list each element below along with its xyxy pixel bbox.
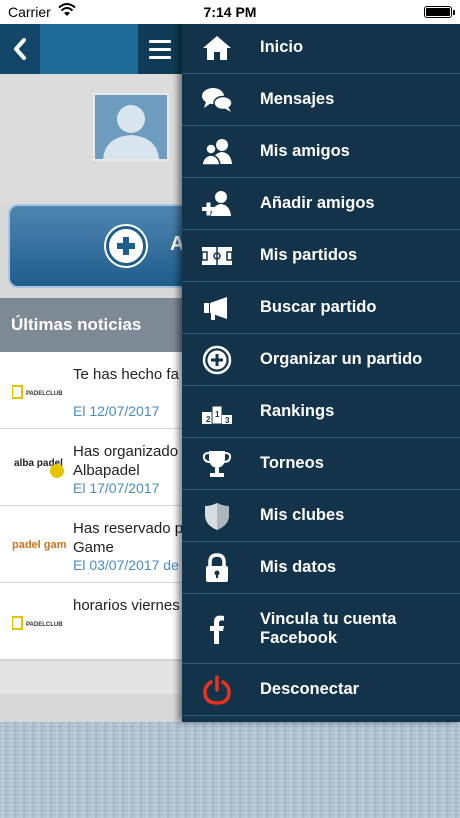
battery-icon — [424, 6, 455, 18]
power-icon — [200, 673, 234, 707]
user-silhouette-icon — [103, 105, 159, 159]
menu-item-anadir-amigos[interactable]: Añadir amigos — [182, 178, 460, 230]
megaphone-icon — [200, 291, 234, 325]
status-bar: Carrier 7:14 PM — [0, 0, 460, 24]
home-icon — [200, 31, 234, 65]
menu-item-mis-datos[interactable]: Mis datos — [182, 542, 460, 594]
news-title: Has reservado p Game — [73, 520, 184, 556]
plus-icon — [106, 226, 146, 266]
menu-item-organizar-partido[interactable]: Organizar un partido — [182, 334, 460, 386]
menu-item-label: Vincula tu cuenta Facebook — [260, 609, 397, 647]
menu-item-label: Torneos — [260, 454, 324, 472]
menu-item-buscar-partido[interactable]: Buscar partido — [182, 282, 460, 334]
menu-item-mis-partidos[interactable]: Mis partidos — [182, 230, 460, 282]
news-date: El 12/07/2017 — [73, 403, 160, 419]
menu-item-label: Organizar un partido — [260, 350, 423, 368]
avatar[interactable] — [93, 93, 169, 161]
menu-item-label: Buscar partido — [260, 298, 377, 316]
menu-item-inicio[interactable]: Inicio — [182, 22, 460, 74]
svg-text:1: 1 — [215, 410, 220, 419]
news-date: El 17/07/2017 — [73, 480, 160, 496]
menu-button[interactable] — [138, 24, 182, 74]
menu-item-mis-clubes[interactable]: Mis clubes — [182, 490, 460, 542]
club-logo: PADELCLUB — [12, 595, 66, 649]
friends-icon — [200, 135, 234, 169]
news-title: horarios viernes — [73, 597, 180, 614]
menu-item-mis-amigos[interactable]: Mis amigos — [182, 126, 460, 178]
podium-icon: 213 — [200, 395, 234, 429]
organize-match-button[interactable]: A — [8, 204, 208, 288]
svg-text:2: 2 — [206, 415, 211, 424]
court-icon — [200, 239, 234, 273]
side-menu: Inicio Mensajes Mis amigos Añadir amigos… — [182, 22, 460, 722]
menu-item-mensajes[interactable]: Mensajes — [182, 74, 460, 126]
svg-text:3: 3 — [225, 416, 230, 425]
menu-item-label: Mis partidos — [260, 246, 358, 264]
svg-text:PADELCLUB: PADELCLUB — [26, 622, 63, 628]
menu-item-rankings[interactable]: 213 Rankings — [182, 386, 460, 438]
club-logo: PADELCLUB — [12, 364, 66, 418]
menu-item-label: Mis clubes — [260, 506, 345, 524]
lock-icon — [200, 551, 234, 585]
news-title: Te has hecho fa — [73, 366, 179, 383]
news-date: El 03/07/2017 de — [73, 557, 179, 573]
trophy-icon — [200, 447, 234, 481]
menu-item-label: Rankings — [260, 402, 335, 420]
hamburger-icon — [149, 39, 171, 43]
clock: 7:14 PM — [203, 4, 257, 20]
menu-item-label: Desconectar — [260, 680, 360, 698]
svg-text:padel game: padel game — [12, 539, 66, 551]
menu-item-label: Mis amigos — [260, 142, 350, 160]
menu-item-label: Mis datos — [260, 558, 337, 576]
chat-bubbles-icon — [200, 83, 234, 117]
news-title: Has organizado Albapadel — [73, 443, 179, 479]
club-logo: padel game — [12, 518, 66, 572]
club-logo: alba padel — [12, 441, 66, 495]
menu-item-torneos[interactable]: Torneos — [182, 438, 460, 490]
add-friend-icon — [200, 187, 234, 221]
svg-text:PADELCLUB: PADELCLUB — [26, 391, 63, 397]
plus-circle-icon — [200, 343, 234, 377]
background-texture — [0, 722, 460, 818]
menu-item-desconectar[interactable]: Desconectar — [182, 664, 460, 716]
back-button[interactable] — [0, 24, 40, 74]
menu-item-label: Mensajes — [260, 90, 335, 108]
menu-item-label: Añadir amigos — [260, 194, 375, 212]
shield-icon — [200, 499, 234, 533]
menu-item-facebook[interactable]: Vincula tu cuenta Facebook — [182, 594, 460, 664]
menu-item-label: Inicio — [260, 38, 304, 56]
chevron-left-icon — [14, 38, 26, 60]
facebook-icon — [200, 612, 234, 646]
